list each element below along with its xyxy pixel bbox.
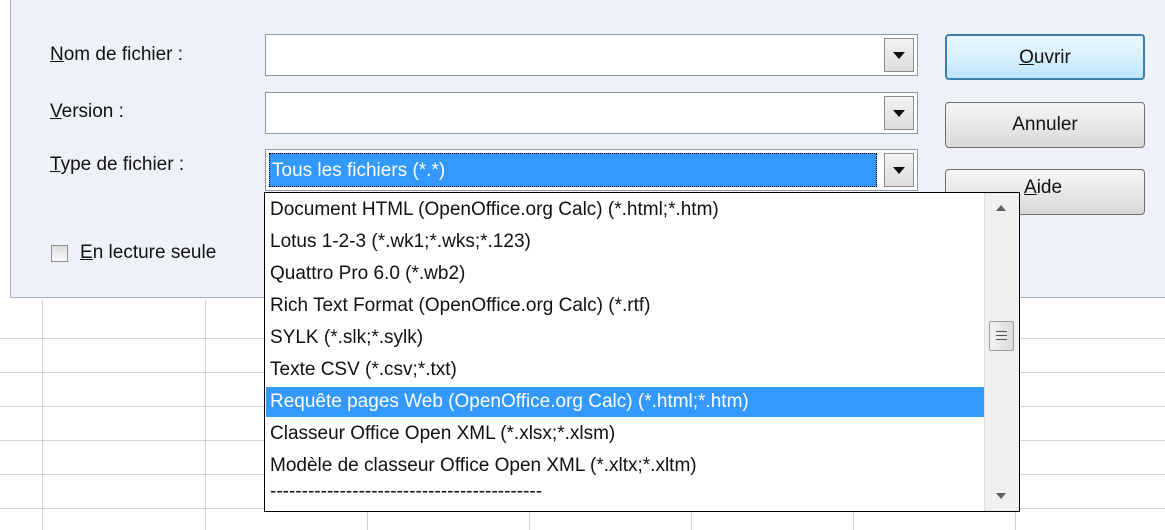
scroll-down-arrow-icon[interactable] — [996, 493, 1006, 499]
scroll-up-arrow-icon[interactable] — [996, 205, 1006, 211]
filetype-combobox[interactable]: Tous les fichiers (*.*) — [265, 149, 918, 191]
list-separator: ----------------------------------------… — [270, 481, 543, 502]
list-item[interactable]: Classeur Office Open XML (*.xlsx;*.xlsm) — [266, 419, 984, 449]
open-button[interactable]: Ouvrir — [945, 34, 1145, 80]
version-label: Version : — [50, 101, 124, 122]
filetype-dropdown-arrow[interactable] — [884, 153, 914, 187]
dropdown-scrollbar[interactable] — [984, 193, 1019, 511]
list-item[interactable]: Modèle de classeur Office Open XML (*.xl… — [266, 451, 984, 481]
filename-dropdown-arrow[interactable] — [884, 38, 914, 72]
list-item[interactable]: Rich Text Format (OpenOffice.org Calc) (… — [266, 291, 984, 321]
filetype-dropdown-list[interactable]: Document HTML (OpenOffice.org Calc) (*.h… — [264, 192, 1020, 512]
filetype-label: Type de fichier : — [50, 154, 185, 175]
filename-combobox[interactable] — [265, 34, 918, 76]
list-item[interactable]: Texte CSV (*.csv;*.txt) — [266, 355, 984, 385]
chevron-down-icon — [893, 109, 905, 117]
list-item[interactable]: Lotus 1-2-3 (*.wk1;*.wks;*.123) — [266, 227, 984, 257]
chevron-down-icon — [893, 166, 905, 174]
filetype-value: Tous les fichiers (*.*) — [269, 153, 877, 187]
scrollbar-thumb[interactable] — [989, 321, 1014, 351]
list-item[interactable]: Document HTML (OpenOffice.org Calc) (*.h… — [266, 195, 984, 225]
list-item[interactable]: Quattro Pro 6.0 (*.wb2) — [266, 259, 984, 289]
list-item-selected[interactable]: Requête pages Web (OpenOffice.org Calc) … — [266, 387, 984, 417]
version-dropdown-arrow[interactable] — [884, 96, 914, 130]
version-combobox[interactable] — [265, 92, 918, 134]
list-item[interactable]: SYLK (*.slk;*.sylk) — [266, 323, 984, 353]
chevron-down-icon — [893, 51, 905, 59]
filename-label: Nom de fichier : — [50, 44, 184, 65]
readonly-checkbox[interactable] — [51, 245, 68, 262]
cancel-button[interactable]: Annuler — [945, 102, 1145, 148]
readonly-label: En lecture seule — [80, 242, 217, 263]
